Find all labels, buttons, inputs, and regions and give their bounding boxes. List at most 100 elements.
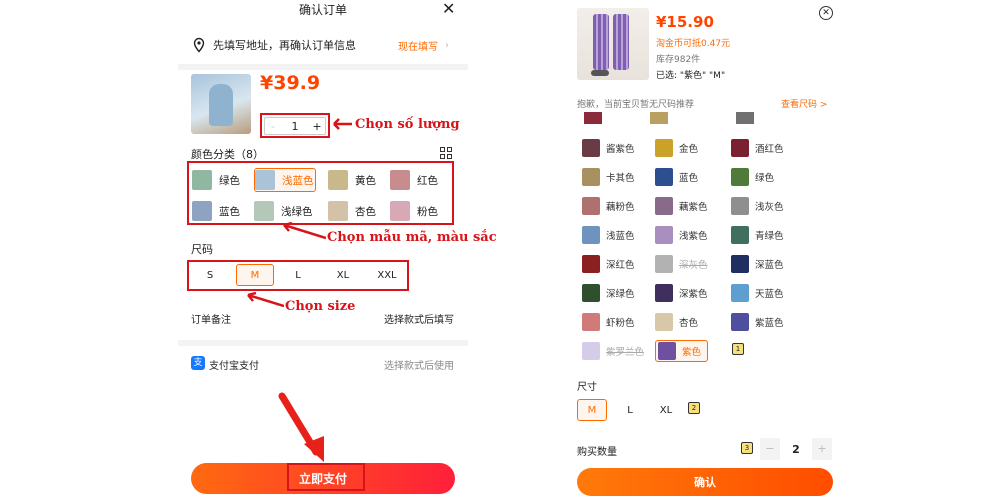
size-option[interactable]: XL [324,264,362,286]
order-remark-value[interactable]: 选择款式后填写 [384,311,454,326]
color-option-label: 浅蓝色 [606,231,635,242]
color-swatch [390,170,410,190]
color-option-label: 红色 [417,174,438,187]
payment-method-label: 支付宝支付 [209,361,259,372]
color-option[interactable]: 酱紫色 [582,137,635,159]
close-icon[interactable]: ✕ [819,6,833,20]
color-swatch [655,168,673,186]
color-option-label: 藕粉色 [606,202,635,213]
size-option[interactable]: L [615,399,645,421]
size-option[interactable]: XL [651,399,681,421]
divider [178,340,468,346]
order-confirm-screen: 确认订单 ✕ 先填写地址，再确认订单信息 现在填写 › ¥39.9 - 1 + … [178,0,497,500]
color-swatch [655,197,673,215]
fill-address-link[interactable]: 现在填写 [398,38,438,53]
color-option-label: 紫罗兰色 [606,347,645,358]
color-option-label: 酒红色 [755,144,784,155]
color-option[interactable]: 天蓝色 [731,282,784,304]
color-option[interactable]: 杏色 [328,199,378,223]
color-option-label: 杏色 [355,205,376,218]
color-option[interactable]: 浅紫色 [655,224,708,246]
color-option[interactable]: 青绿色 [731,224,784,246]
color-option[interactable]: 黄色 [328,168,378,192]
size-option[interactable]: L [279,264,317,286]
color-swatch [582,139,600,157]
color-swatch [582,313,600,331]
size-note-badge: 2 [688,402,700,414]
close-icon[interactable]: ✕ [442,0,455,19]
color-option-label: 粉色 [417,205,438,218]
color-option[interactable]: 紫罗兰色 [582,340,644,362]
color-option[interactable]: 酒红色 [731,137,784,159]
color-option-label: 天蓝色 [755,289,784,300]
color-option[interactable]: 深紫色 [655,282,708,304]
color-option[interactable]: 深灰色 [655,253,708,275]
address-row[interactable]: 先填写地址，再确认订单信息 现在填写 › [178,30,468,60]
color-option[interactable]: 绿色 [731,166,774,188]
quantity-plus-button[interactable]: + [812,438,832,460]
product-price: ¥39.9 [260,72,321,94]
color-option[interactable]: 绿色 [192,168,244,192]
color-option[interactable]: 蓝色 [192,199,244,223]
size-option[interactable]: S [191,264,229,286]
color-option[interactable]: 深红色 [582,253,635,275]
color-swatch [655,226,673,244]
color-row-clipped [568,112,845,126]
color-swatch [731,226,749,244]
size-option[interactable]: M [236,264,274,286]
color-swatch [731,168,749,186]
divider [178,64,468,70]
color-swatch [731,139,749,157]
color-option[interactable]: 粉色 [390,199,444,223]
color-swatch [655,284,673,302]
size-chart-link[interactable]: 查看尺码 > [781,97,827,110]
color-option[interactable]: 藕粉色 [582,195,635,217]
color-swatch [328,170,348,190]
size-option[interactable]: M [577,399,607,421]
color-option[interactable]: 紫蓝色 [731,311,784,333]
color-option-label: 浅灰色 [755,202,784,213]
color-option[interactable]: 浅蓝色 [582,224,635,246]
order-remark-label: 订单备注 [191,315,231,326]
color-option[interactable]: 浅绿色 [254,199,316,223]
quantity-value[interactable]: 2 [780,443,812,456]
color-swatch [731,313,749,331]
color-option[interactable]: 浅灰色 [731,195,784,217]
color-swatch [192,201,212,221]
color-option-label: 藕紫色 [679,202,708,213]
color-option[interactable]: 卡其色 [582,166,635,188]
color-option[interactable]: 紫色 [655,340,709,362]
color-option[interactable]: 蓝色 [655,166,698,188]
grid-view-icon[interactable] [440,147,452,159]
color-option[interactable]: 浅蓝色 [254,168,316,192]
color-swatch [582,284,600,302]
color-option-label: 黄色 [355,174,376,187]
size-heading: 尺寸 [577,382,597,393]
size-option[interactable]: XXL [368,264,406,286]
color-option[interactable]: 杏色 [655,311,698,333]
selected-summary: 已选: "紫色" "M" [656,71,726,81]
color-option[interactable]: 红色 [390,168,444,192]
color-swatch [655,313,673,331]
color-option[interactable]: 虾粉色 [582,311,635,333]
color-heading: 颜色分类（8） [191,148,264,161]
color-option-label: 紫蓝色 [755,318,784,329]
color-swatch [254,201,274,221]
confirm-button[interactable]: 确认 [577,468,833,496]
color-swatch [390,201,410,221]
payment-method-value: 选择款式后使用 [384,361,454,372]
color-swatch [658,342,676,360]
arrow-left-icon [333,118,352,130]
quantity-stepper[interactable]: − 2 + [760,438,834,460]
color-swatch [582,168,600,186]
color-option[interactable]: 深蓝色 [731,253,784,275]
color-option[interactable]: 金色 [655,137,698,159]
color-option[interactable]: 藕紫色 [655,195,708,217]
color-swatch [731,255,749,273]
product-thumbnail [191,74,251,134]
color-option[interactable]: 深绿色 [582,282,635,304]
color-swatch [582,342,600,360]
quantity-minus-button[interactable]: − [760,438,780,460]
color-option-label: 深紫色 [679,289,708,300]
quantity-label: 购买数量 [577,447,617,458]
